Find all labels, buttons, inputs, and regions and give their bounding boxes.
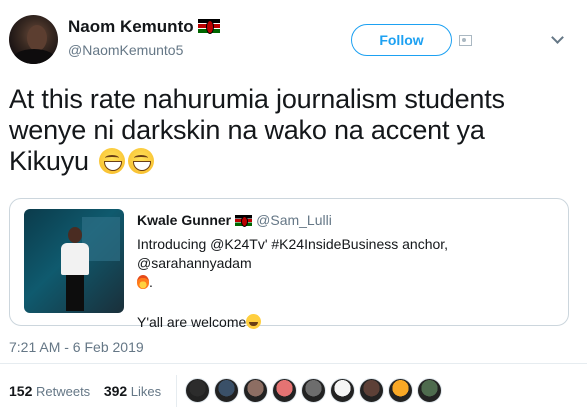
- quoted-author: Kwale Gunner @Sam_Lulli: [137, 212, 332, 228]
- quoted-tweet-image[interactable]: [24, 209, 124, 313]
- liker-avatar[interactable]: [214, 378, 239, 403]
- likers-avatar-row: [185, 378, 442, 403]
- grinning-face-icon: [99, 148, 126, 174]
- quoted-author-name: Kwale Gunner: [137, 212, 232, 228]
- author-name-text[interactable]: Naom Kemunto: [68, 17, 194, 36]
- quoted-author-handle: @Sam_Lulli: [256, 212, 332, 228]
- liker-avatar[interactable]: [243, 378, 268, 403]
- retweet-label[interactable]: Retweets: [36, 384, 90, 399]
- grinning-face-icon: [128, 148, 155, 174]
- liker-avatar[interactable]: [272, 378, 297, 403]
- quoted-line-2-text: Y'all are welcome: [137, 314, 247, 330]
- retweet-count[interactable]: 152: [9, 383, 32, 399]
- tweet-header: Naom Kemunto @NaomKemunto5 Follow: [0, 0, 587, 80]
- tweet-stats: 152 Retweets 392 Likes: [9, 383, 161, 399]
- tweet-timestamp[interactable]: 7:21 AM - 6 Feb 2019: [9, 339, 144, 355]
- avatar-face: [27, 25, 47, 51]
- chevron-down-icon[interactable]: [551, 31, 564, 44]
- image-person-head: [68, 227, 82, 243]
- laughing-tears-icon: [246, 314, 262, 329]
- liker-avatar[interactable]: [388, 378, 413, 403]
- author-avatar[interactable]: [9, 15, 58, 64]
- author-name[interactable]: Naom Kemunto: [68, 17, 220, 37]
- user-card-icon[interactable]: [459, 35, 472, 46]
- divider: [0, 363, 587, 364]
- image-person-legs: [66, 275, 84, 311]
- fire-icon: [137, 275, 149, 289]
- image-person-body: [61, 243, 89, 275]
- liker-avatar[interactable]: [359, 378, 384, 403]
- author-handle[interactable]: @NaomKemunto5: [68, 42, 183, 58]
- kenya-flag-icon: [197, 19, 220, 34]
- liker-avatar[interactable]: [417, 378, 442, 403]
- tweet-body: At this rate nahurumia journalism studen…: [9, 84, 505, 176]
- quoted-tweet-text: Introducing @K24Tv' #K24InsideBusiness a…: [137, 235, 562, 332]
- quoted-line-1: Introducing @K24Tv' #K24InsideBusiness a…: [137, 235, 562, 292]
- stats-divider: [176, 375, 177, 407]
- quoted-line-1-end: .: [149, 274, 153, 290]
- liker-avatar[interactable]: [330, 378, 355, 403]
- liker-avatar[interactable]: [185, 378, 210, 403]
- quoted-tweet[interactable]: Kwale Gunner @Sam_Lulli Introducing @K24T…: [9, 198, 569, 330]
- liker-avatar[interactable]: [301, 378, 326, 403]
- like-label[interactable]: Likes: [131, 384, 161, 399]
- tweet-text: At this rate nahurumia journalism studen…: [9, 84, 569, 177]
- follow-button[interactable]: Follow: [351, 24, 452, 56]
- kenya-flag-icon: [235, 215, 253, 227]
- avatar-shoulder: [11, 49, 57, 64]
- quoted-line-2: Y'all are welcome: [137, 313, 562, 332]
- like-count[interactable]: 392: [104, 383, 127, 399]
- quoted-line-1-text: Introducing @K24Tv' #K24InsideBusiness a…: [137, 236, 449, 271]
